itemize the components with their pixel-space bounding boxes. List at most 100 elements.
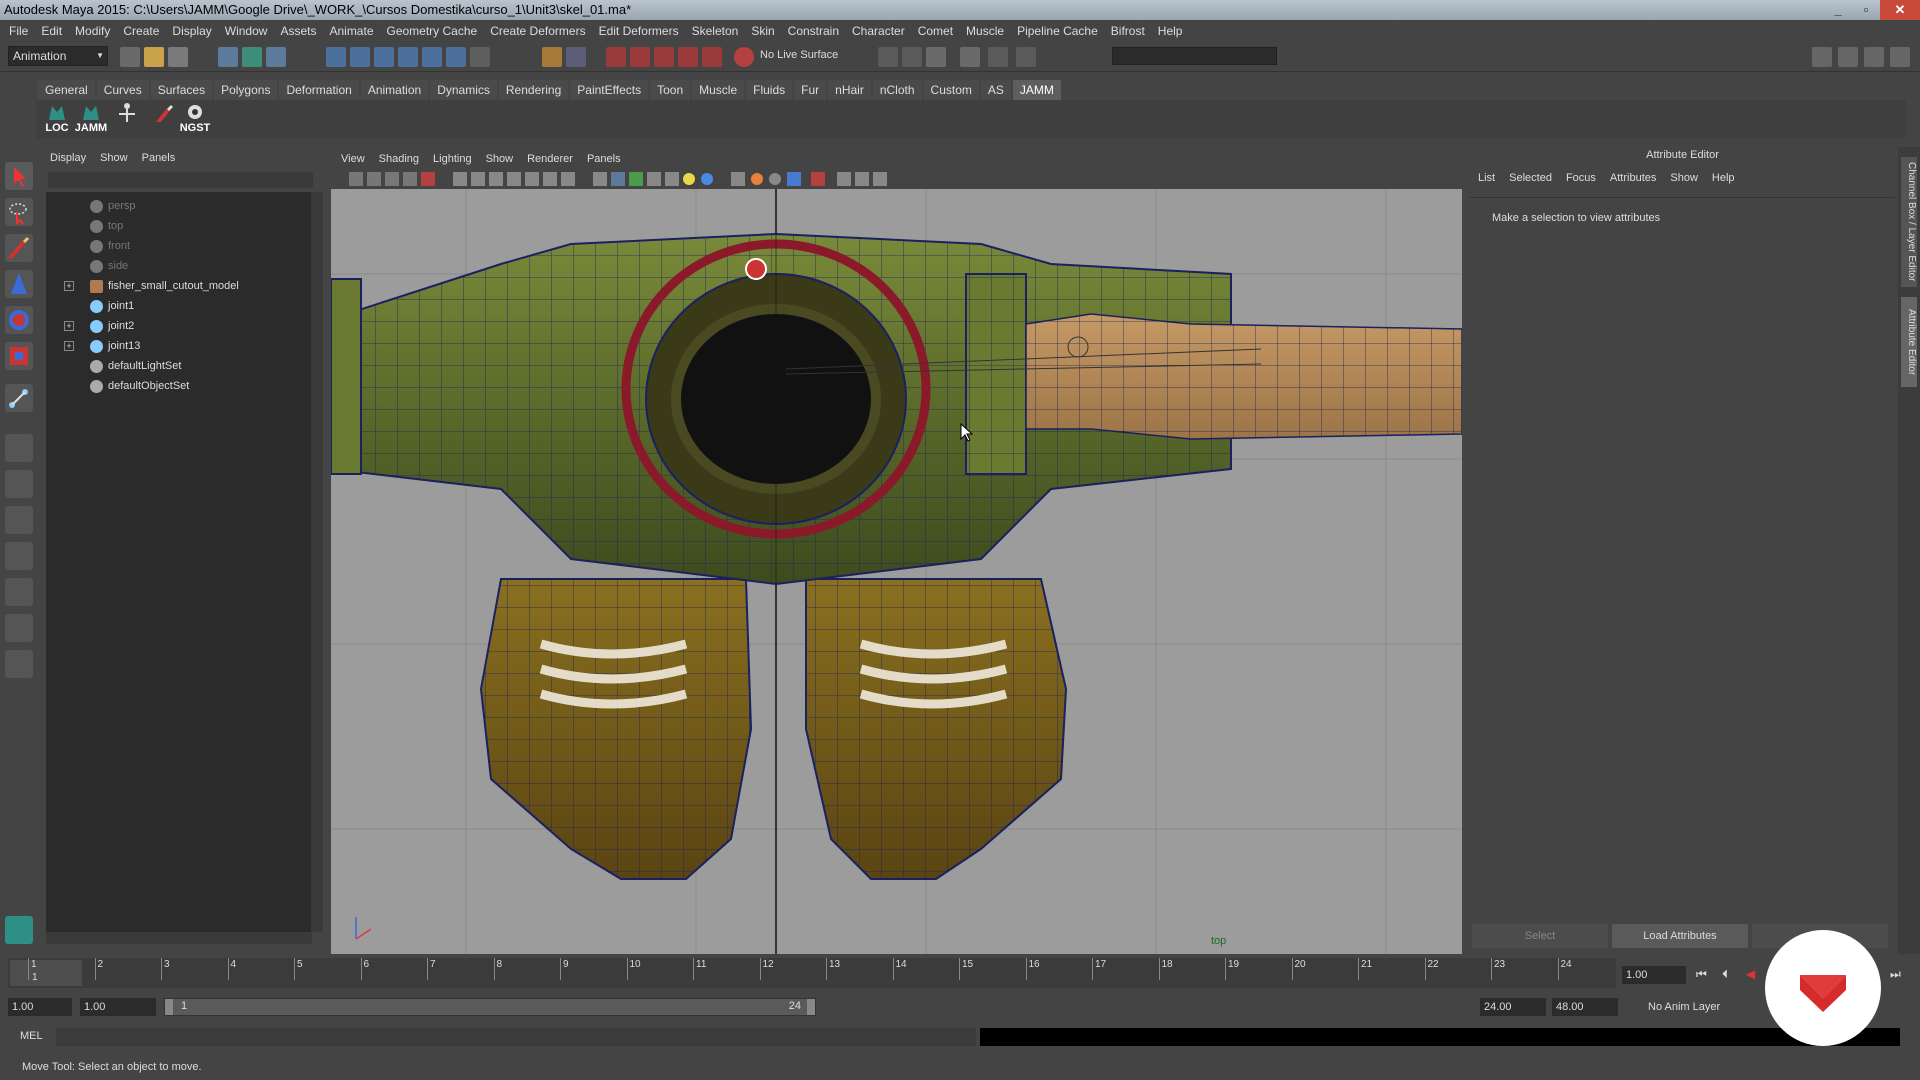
new-scene-icon[interactable] — [120, 47, 140, 67]
outliner-item-default-object-set[interactable]: defaultObjectSet — [46, 376, 306, 396]
menu-pipeline-cache[interactable]: Pipeline Cache — [1012, 24, 1106, 38]
snap-curve-icon[interactable] — [350, 47, 370, 67]
menu-edit-deformers[interactable]: Edit Deformers — [594, 24, 687, 38]
film-gate-icon[interactable] — [471, 172, 485, 186]
shelf-tab-general[interactable]: General — [38, 80, 95, 100]
menu-create[interactable]: Create — [118, 24, 167, 38]
xray-icon[interactable] — [665, 172, 679, 186]
time-slider[interactable]: 1 2 3 4 5 6 7 8 9 10 11 12 13 14 15 16 17 18 19 20 21 22 23 24 1 — [8, 958, 1616, 988]
shelf-tab-jamm[interactable]: JAMM — [1012, 80, 1061, 100]
menu-muscle[interactable]: Muscle — [961, 24, 1012, 38]
outliner-item-side[interactable]: side — [46, 256, 306, 276]
shelf-jamm-button[interactable]: JAMM — [74, 102, 108, 136]
snap-surface-icon[interactable] — [422, 47, 442, 67]
current-frame-field[interactable]: 1.00 — [1622, 966, 1686, 984]
isolate-select-icon[interactable] — [731, 172, 745, 186]
anti-aliasing-icon[interactable] — [787, 172, 801, 186]
outliner-item-persp[interactable]: persp — [46, 196, 306, 216]
attr-menu-list[interactable]: List — [1478, 172, 1495, 184]
shelf-tab-ncloth[interactable]: nCloth — [872, 80, 922, 100]
render-current-icon[interactable] — [654, 47, 674, 67]
outliner-item-front[interactable]: front — [46, 236, 306, 256]
go-to-start-icon[interactable]: ⏮ — [1696, 967, 1707, 982]
range-start-handle[interactable] — [165, 999, 173, 1015]
viewport-settings-icon[interactable] — [873, 172, 887, 186]
menu-file[interactable]: File — [4, 24, 36, 38]
viewport-3d[interactable]: top — [331, 189, 1462, 954]
component-mask-icon[interactable] — [566, 47, 586, 67]
menu-window[interactable]: Window — [220, 24, 276, 38]
ambient-occlusion-icon[interactable] — [751, 173, 763, 185]
tool-settings-icon[interactable] — [1864, 47, 1884, 67]
scale-tool-icon[interactable] — [5, 342, 33, 370]
textured-icon[interactable] — [647, 172, 661, 186]
attr-menu-selected[interactable]: Selected — [1509, 172, 1552, 184]
layout-outliner-persp-icon[interactable] — [5, 506, 33, 534]
expand-toggle[interactable]: + — [64, 341, 74, 351]
field-chart-icon[interactable] — [525, 172, 539, 186]
menu-edit[interactable]: Edit — [36, 24, 70, 38]
layout-four-icon[interactable] — [5, 470, 33, 498]
camera-attributes-icon[interactable] — [349, 172, 363, 186]
lights-icon[interactable] — [683, 173, 695, 185]
mel-label[interactable]: MEL — [20, 1030, 43, 1042]
attr-menu-show[interactable]: Show — [1670, 172, 1698, 184]
lock-icon[interactable] — [542, 47, 562, 67]
shelf-loc-button[interactable]: LOC — [40, 102, 74, 136]
select-component-icon[interactable] — [266, 47, 286, 67]
input-ops-icon[interactable] — [878, 47, 898, 67]
render-layer-icon[interactable] — [1016, 47, 1036, 67]
shelf-tab-as[interactable]: AS — [980, 80, 1011, 100]
quick-select-field[interactable] — [1112, 47, 1277, 65]
outliner-item-top[interactable]: top — [46, 216, 306, 236]
close-button[interactable]: ✕ — [1880, 0, 1920, 20]
snap-live-icon[interactable] — [446, 47, 466, 67]
layout-dopesheet-icon[interactable] — [5, 650, 33, 678]
anim-layer-dropdown[interactable]: No Anim Layer — [1648, 998, 1720, 1016]
render-globals-icon[interactable] — [988, 47, 1008, 67]
step-back-icon[interactable]: ⏴ — [1722, 967, 1728, 982]
menu-comet[interactable]: Comet — [913, 24, 961, 38]
channel-box-toggle-icon[interactable] — [1890, 47, 1910, 67]
shelf-tab-muscle[interactable]: Muscle — [692, 80, 745, 100]
output-ops-icon[interactable] — [902, 47, 922, 67]
select-object-icon[interactable] — [242, 47, 262, 67]
shelf-tab-rendering[interactable]: Rendering — [498, 80, 569, 100]
menu-create-deformers[interactable]: Create Deformers — [485, 24, 593, 38]
snap-point-icon[interactable] — [374, 47, 394, 67]
animation-start-field[interactable]: 1.00 — [8, 998, 72, 1016]
history-icon[interactable] — [606, 47, 626, 67]
motion-blur-icon[interactable] — [769, 173, 781, 185]
animation-end-field[interactable]: 48.00 — [1552, 998, 1618, 1016]
tab-channel-box[interactable]: Channel Box / Layer Editor — [1901, 157, 1917, 287]
layout-single-icon[interactable] — [5, 434, 33, 462]
outliner-item-joint1[interactable]: joint1 — [46, 296, 306, 316]
go-to-end-icon[interactable]: ⏭ — [1890, 967, 1901, 982]
snap-view-icon[interactable] — [398, 47, 418, 67]
shadows-icon[interactable] — [701, 173, 713, 185]
playback-end-field[interactable]: 24.00 — [1480, 998, 1546, 1016]
layout-outliner-icon[interactable] — [5, 578, 33, 606]
menu-skeleton[interactable]: Skeleton — [687, 24, 747, 38]
outliner-horizontal-scrollbar[interactable] — [46, 932, 312, 944]
shelf-tab-fluids[interactable]: Fluids — [746, 80, 793, 100]
shelf-tab-nhair[interactable]: nHair — [828, 80, 871, 100]
select-button[interactable]: Select — [1472, 924, 1608, 948]
shelf-tab-polygons[interactable]: Polygons — [214, 80, 278, 100]
attribute-editor-toggle-icon[interactable] — [1838, 47, 1858, 67]
menu-assets[interactable]: Assets — [275, 24, 324, 38]
outliner-item-joint13[interactable]: + joint13 — [46, 336, 306, 356]
attr-menu-attributes[interactable]: Attributes — [1610, 172, 1656, 184]
play-backward-icon[interactable]: ◀ — [1746, 967, 1755, 981]
magnet-icon[interactable] — [734, 47, 754, 67]
menu-constrain[interactable]: Constrain — [783, 24, 847, 38]
outliner-menu-show[interactable]: Show — [100, 152, 128, 164]
shelf-tab-deformation[interactable]: Deformation — [279, 80, 359, 100]
select-hierarchy-icon[interactable] — [218, 47, 238, 67]
expand-toggle[interactable]: + — [64, 321, 74, 331]
select-tool-icon[interactable] — [5, 162, 33, 190]
layout-hypergraph-icon[interactable] — [5, 614, 33, 642]
menu-help[interactable]: Help — [1153, 24, 1191, 38]
layout-graph-icon[interactable] — [5, 542, 33, 570]
shelf-tab-animation[interactable]: Animation — [360, 80, 429, 100]
